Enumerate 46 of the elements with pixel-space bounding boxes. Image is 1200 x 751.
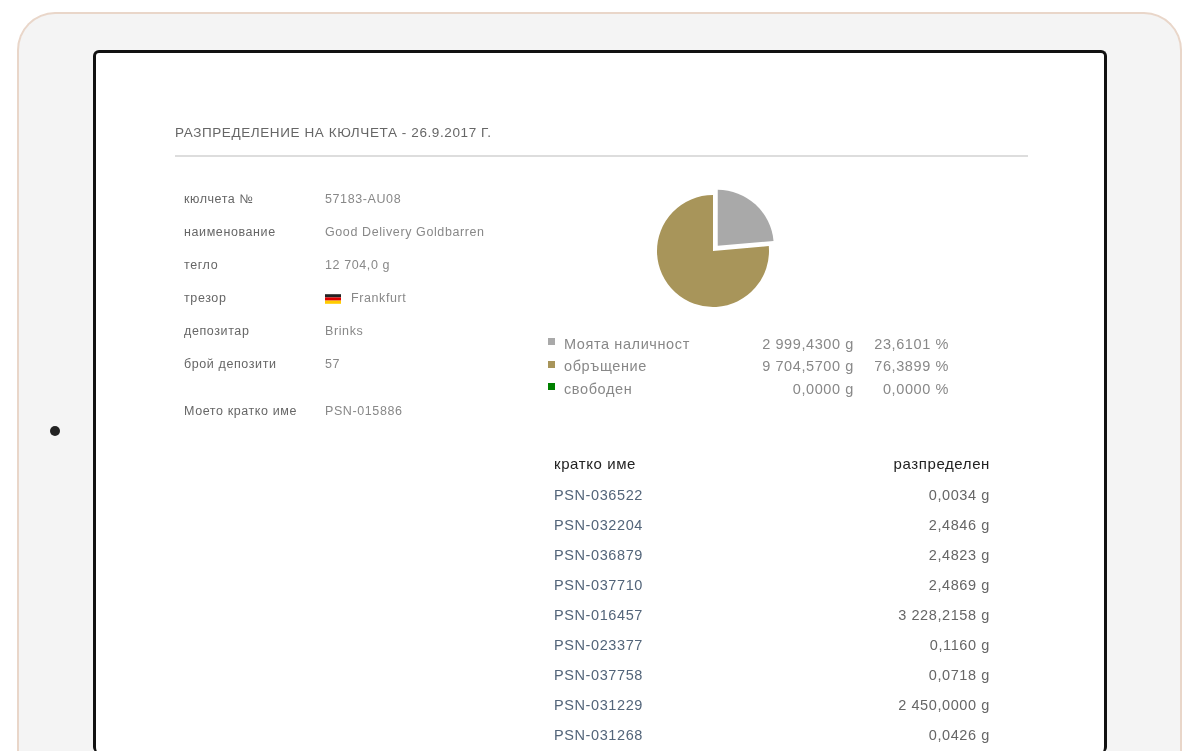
legend-percent: 0,0000 % xyxy=(881,379,949,399)
short-name-link[interactable]: PSN-037758 xyxy=(554,664,644,687)
column-header: разпределен xyxy=(893,453,990,474)
field-label: тегло xyxy=(184,257,220,275)
field-label: Моето кратко име xyxy=(184,403,299,421)
short-name-link[interactable]: PSN-023377 xyxy=(554,634,644,657)
table-cell-text: 2,4846 g xyxy=(928,515,990,535)
field-value: 57 xyxy=(325,356,341,374)
table-cell-text: 2 450,0000 g xyxy=(898,695,990,715)
field-value: PSN-015886 xyxy=(325,403,403,421)
field-value: Good Delivery Goldbarren xyxy=(325,224,485,242)
column-header: кратко име xyxy=(554,453,637,474)
table-cell-text: 2,4823 g xyxy=(928,545,990,565)
table-cell-text: 2,4869 g xyxy=(928,575,990,595)
legend-amount: 9 704,5700 g xyxy=(761,357,854,377)
field-label: кюлчета № xyxy=(184,191,255,209)
field-value: Frankfurt xyxy=(351,290,407,308)
table-cell-text: 3 228,2158 g xyxy=(898,605,990,625)
table-cell-text: 0,1160 g xyxy=(929,635,990,655)
field-value: Brinks xyxy=(325,323,364,341)
short-name-link[interactable]: PSN-036879 xyxy=(554,544,644,567)
legend-percent: 23,6101 % xyxy=(873,334,949,354)
field-label: брой депозити xyxy=(184,356,278,374)
table-cell-text: 0,0034 g xyxy=(928,485,990,505)
legend-amount: 0,0000 g xyxy=(791,379,854,399)
legend-label: Моята наличност xyxy=(564,334,691,354)
short-name-link[interactable]: PSN-031268 xyxy=(554,724,644,747)
field-value: 12 704,0 g xyxy=(325,257,391,275)
legend-amount: 2 999,4300 g xyxy=(761,334,854,354)
table-cell-text: 0,0718 g xyxy=(928,665,990,685)
short-name-link[interactable]: PSN-037710 xyxy=(554,574,644,597)
legend-label: обръщение xyxy=(564,357,648,377)
field-label: трезор xyxy=(184,290,228,308)
legend-label: свободен xyxy=(564,379,634,399)
field-label: наименование xyxy=(184,224,277,242)
legend-percent: 76,3899 % xyxy=(873,357,949,377)
short-name-link[interactable]: PSN-036522 xyxy=(554,484,644,507)
table-cell-text: 0,0426 g xyxy=(928,725,990,745)
short-name-link[interactable]: PSN-032204 xyxy=(554,514,644,537)
field-label: депозитар xyxy=(184,323,251,341)
short-name-link[interactable]: PSN-031229 xyxy=(554,694,644,717)
field-value: 57183-AU08 xyxy=(325,191,402,209)
short-name-link[interactable]: PSN-016457 xyxy=(554,604,644,627)
flag-icon xyxy=(325,293,341,304)
page-title: РАЗПРЕДЕЛЕНИЕ НА КЮЛЧЕТА - 26.9.2017 Г. xyxy=(175,123,1028,158)
camera-icon xyxy=(50,426,60,436)
